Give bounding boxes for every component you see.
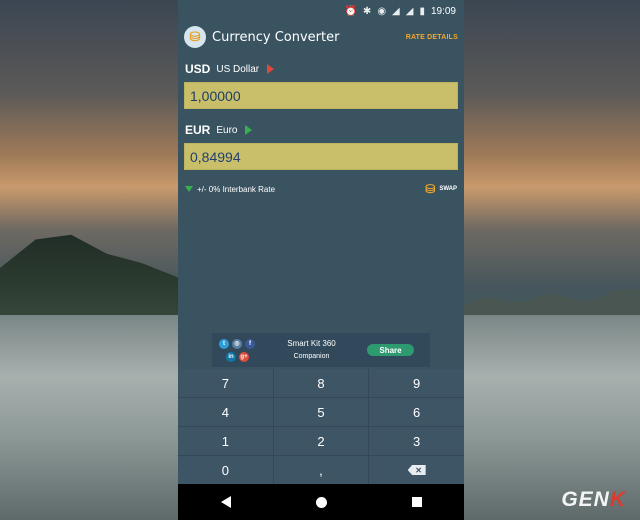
promo-line-2: Companion (293, 353, 330, 360)
signal-icon: ◢ (392, 5, 400, 17)
backspace-icon: ✕ (407, 465, 426, 475)
keypad: 7 8 9 4 5 6 1 2 3 0 , ✕ (178, 369, 464, 484)
wallpaper-hills-right (462, 288, 640, 315)
facebook-icon[interactable]: f (245, 338, 255, 349)
instagram-icon[interactable]: ◎ (232, 338, 242, 349)
key-5[interactable]: 5 (273, 398, 369, 426)
wifi-icon: ◉ (377, 5, 387, 17)
linkedin-icon[interactable]: in (226, 351, 236, 362)
promo-bar: t ◎ f in g+ Smart Kit 360 Companion Shar… (212, 333, 430, 367)
social-icons: t ◎ f in g+ (218, 338, 256, 362)
rate-details-button[interactable]: RATE DETAILS (406, 34, 458, 41)
key-0[interactable]: 0 (178, 456, 273, 484)
app-bar: ⛁ Currency Converter RATE DETAILS (178, 22, 464, 52)
wallpaper-hills-left (0, 234, 178, 325)
key-backspace[interactable]: ✕ (369, 456, 464, 484)
key-9[interactable]: 9 (369, 369, 464, 397)
recents-icon[interactable] (411, 497, 422, 507)
from-currency-code: USD (185, 62, 211, 76)
phone-screen: ⏰ ✱ ◉ ◢ ◢ ▮ 19:09 ⛁ Currency Converter R… (178, 0, 464, 520)
to-amount-field[interactable]: 0,84994 (184, 143, 458, 170)
alarm-icon: ⏰ (344, 5, 357, 17)
app-logo-icon: ⛁ (184, 26, 206, 48)
key-3[interactable]: 3 (369, 427, 464, 455)
watermark-text-a: GEN (561, 488, 610, 511)
signal-icon-2: ◢ (405, 5, 414, 17)
promo-text: Smart Kit 360 Companion (256, 337, 367, 363)
google-plus-icon[interactable]: g+ (239, 351, 249, 362)
rate-dropdown-icon[interactable] (185, 186, 193, 192)
from-currency-arrow-icon (267, 64, 275, 74)
app-title: Currency Converter (212, 29, 340, 45)
key-8[interactable]: 8 (273, 369, 369, 397)
swap-button[interactable]: ⛁ SWAP (425, 182, 457, 196)
key-6[interactable]: 6 (369, 398, 464, 426)
bluetooth-icon: ✱ (362, 5, 372, 17)
swap-label: SWAP (439, 186, 457, 192)
to-currency-arrow-icon (245, 125, 253, 135)
back-icon[interactable] (220, 496, 231, 508)
key-1[interactable]: 1 (178, 427, 273, 455)
watermark-text-b: K (609, 488, 626, 511)
key-comma[interactable]: , (273, 456, 369, 484)
swap-icon: ⛁ (425, 182, 436, 196)
key-2[interactable]: 2 (273, 427, 369, 455)
from-currency-name: US Dollar (216, 63, 260, 75)
from-currency-selector[interactable]: USD US Dollar (178, 62, 464, 76)
android-nav-bar (178, 484, 464, 520)
to-currency-code: EUR (185, 123, 211, 137)
key-7[interactable]: 7 (178, 369, 273, 397)
to-currency-selector[interactable]: EUR Euro (178, 123, 464, 137)
interbank-rate-label[interactable]: +/- 0% Interbank Rate (197, 185, 425, 194)
key-4[interactable]: 4 (178, 398, 273, 426)
status-time: 19:09 (430, 5, 456, 17)
to-currency-name: Euro (216, 124, 238, 136)
rate-row: +/- 0% Interbank Rate ⛁ SWAP (178, 182, 464, 196)
status-bar: ⏰ ✱ ◉ ◢ ◢ ▮ 19:09 (178, 0, 464, 22)
battery-icon: ▮ (419, 5, 425, 17)
from-amount-field[interactable]: 1,00000 (184, 82, 458, 109)
twitter-icon[interactable]: t (219, 338, 229, 349)
home-icon[interactable] (315, 496, 327, 508)
promo-line-1: Smart Kit 360 (287, 339, 336, 348)
genk-watermark-logo: GENK (561, 488, 626, 512)
share-button[interactable]: Share (367, 344, 414, 356)
